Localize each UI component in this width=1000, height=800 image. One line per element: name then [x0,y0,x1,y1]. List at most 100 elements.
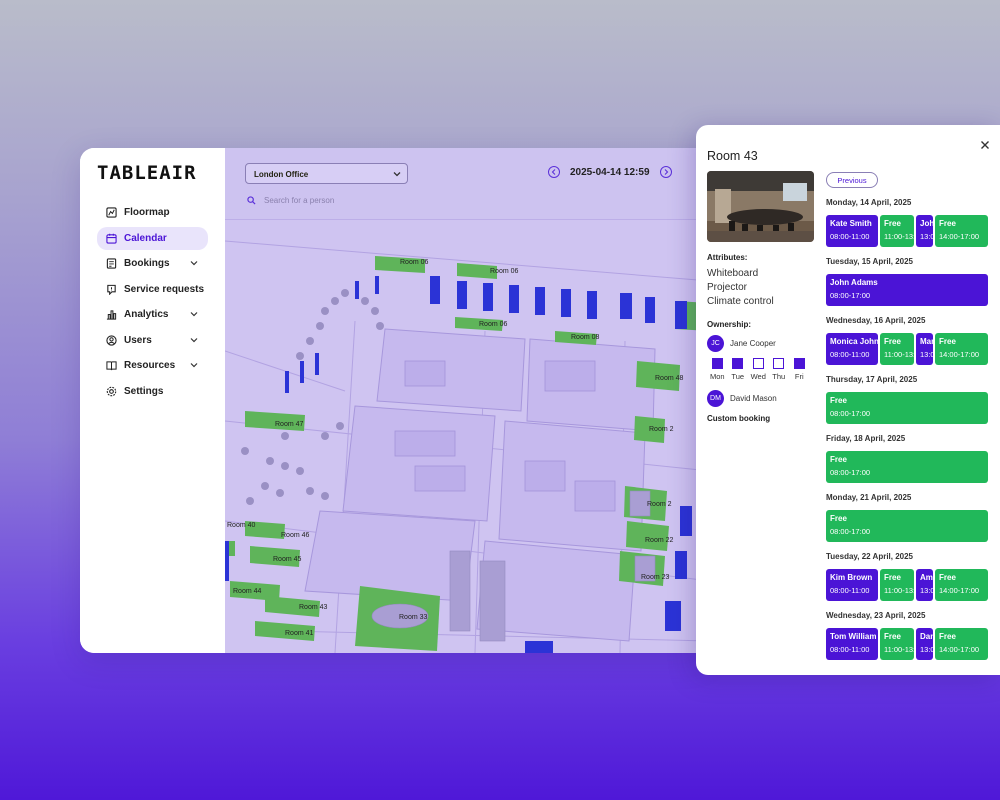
sidebar-item-label: Service requests [124,283,205,295]
slot-time: 13:00-14:00 [920,586,933,595]
chevron-down-icon[interactable] [190,259,198,267]
sidebar-nav: Floormap Calendar Bookings Service reque… [97,201,225,405]
attribute-item: Projector [707,282,748,293]
day-checkbox[interactable] [711,358,723,369]
floor-map[interactable]: Room 06 Room 06 Room 06 Room 08 Room 48 … [225,221,710,653]
day-toggle-tue[interactable]: Tue [728,358,749,381]
book-icon [106,361,117,371]
previous-button[interactable]: Previous [826,172,878,188]
booked-slot[interactable]: Kate Smith 08:00-11:00 [826,215,878,247]
free-slot[interactable]: Free 08:00-17:00 [826,510,988,542]
booked-slot[interactable]: Tom William 08:00-11:00 [826,628,878,660]
day-checkbox[interactable] [793,358,805,369]
topbar: London Office 2025-04-14 12:59 Search fo… [225,148,710,220]
owner-name: David Mason [730,394,777,403]
close-icon[interactable] [980,140,990,150]
slot-row: Kim Brown 08:00-11:00 Free 11:00-13:00 Amy 13… [826,569,988,601]
booked-slot[interactable]: John Adams 13:00-14:00 [916,215,933,247]
day-toggle-fri[interactable]: Fri [789,358,810,381]
attribute-item: Whiteboard [707,268,759,279]
booked-slot[interactable]: Mark 13:00-14:00 [916,333,933,365]
slot-name: Amy [920,573,933,582]
room-label: Room 33 [399,614,428,621]
schedule-day: Friday, 18 April, 2025 Free 08:00-17:00 [826,434,988,493]
slot-time: 08:00-11:00 [830,232,870,241]
free-slot[interactable]: Free 11:00-13:00 [880,569,914,601]
sidebar-item-label: Calendar [124,232,167,244]
avatar: JC [707,335,724,352]
chevron-down-icon [393,172,401,177]
sidebar-item-floormap[interactable]: Floormap [97,201,208,224]
sidebar-item-resources[interactable]: Resources [97,354,208,377]
schedule-date: Wednesday, 23 April, 2025 [826,611,926,620]
slot-time: 08:00-17:00 [830,409,871,418]
room-label: Room 43 [299,604,328,611]
slot-name: Kate Smith [830,219,872,228]
booked-slot[interactable]: Dan 13:00-14:00 [916,628,933,660]
prev-date-button[interactable] [548,166,560,178]
day-checkbox[interactable] [773,358,785,369]
sidebar-item-service-requests[interactable]: Service requests [97,278,208,301]
booked-slot[interactable]: Amy 13:00-14:00 [916,569,933,601]
slot-name: Free [884,632,901,641]
owner-row: JC Jane Cooper [707,335,776,352]
slot-name: Dan [920,632,933,641]
sidebar-item-calendar[interactable]: Calendar [97,226,208,250]
booked-slot[interactable]: John Adams 08:00-17:00 [826,274,988,306]
slot-time: 08:00-11:00 [830,645,870,654]
free-slot[interactable]: Free 14:00-17:00 [935,215,988,247]
free-slot[interactable]: Free 08:00-17:00 [826,392,988,424]
schedule-date: Tuesday, 15 April, 2025 [826,257,914,266]
free-slot[interactable]: Free 11:00-13:00 [880,215,914,247]
day-toggle-mon[interactable]: Mon [707,358,728,381]
day-checkbox[interactable] [732,358,744,369]
slot-time: 11:00-13:00 [884,350,914,359]
room-photo [707,171,814,242]
free-slot[interactable]: Free 14:00-17:00 [935,569,988,601]
chevron-right-icon [664,169,668,175]
schedule-day: Tuesday, 22 April, 2025 Kim Brown 08:00-11… [826,552,988,611]
search-icon [247,196,256,205]
slot-time: 14:00-17:00 [939,232,980,241]
slot-time: 08:00-11:00 [830,586,870,595]
slot-name: Free [884,219,901,228]
schedule-day: Wednesday, 16 April, 2025 Monica John 08:0… [826,316,988,375]
slot-name: Free [830,396,847,405]
search-input[interactable]: Search for a person [264,196,334,205]
free-slot[interactable]: Free 14:00-17:00 [935,333,988,365]
next-date-button[interactable] [659,166,672,178]
sidebar-item-settings[interactable]: Settings [97,380,208,403]
day-checkbox[interactable] [752,358,764,369]
schedule-date: Thursday, 17 April, 2025 [826,375,918,384]
chevron-down-icon[interactable] [190,361,198,369]
sidebar-item-users[interactable]: Users [97,329,208,352]
office-select[interactable]: London Office [245,163,408,184]
booked-slot[interactable]: Kim Brown 08:00-11:00 [826,569,878,601]
booked-slot[interactable]: Monica John 08:00-11:00 [826,333,878,365]
custom-booking-link[interactable]: Custom booking [707,414,770,423]
room-label: Room 46 [281,532,310,539]
schedule-date: Monday, 14 April, 2025 [826,198,912,207]
slot-row: Kate Smith 08:00-11:00 Free11:00-13:00John… [826,215,988,247]
sidebar-item-bookings[interactable]: Bookings [97,252,208,275]
chevron-down-icon[interactable] [190,336,198,344]
person-search[interactable]: Search for a person [247,196,334,205]
sidebar-item-label: Settings [124,385,164,397]
slot-time: 14:00-17:00 [939,645,980,654]
slot-name: Monica John [830,337,878,346]
schedule-date: Wednesday, 16 April, 2025 [826,316,926,325]
sidebar-item-analytics[interactable]: Analytics [97,303,208,326]
free-slot[interactable]: Free 08:00-17:00 [826,451,988,483]
free-slot[interactable]: Free 11:00-13:00 [880,628,914,660]
slot-name: Free [939,632,956,641]
day-toggle-wed[interactable]: Wed [748,358,769,381]
day-toggle-thu[interactable]: Thu [769,358,790,381]
free-slot[interactable]: Free 14:00-17:00 [935,628,988,660]
logo: TABLEAIR [97,162,197,184]
slot-name: Free [884,337,901,346]
chevron-down-icon[interactable] [190,310,198,318]
slot-time: 11:00-13:00 [884,586,914,595]
slot-name: Tom William [830,632,877,641]
free-slot[interactable]: Free 11:00-13:00 [880,333,914,365]
sidebar-item-label: Users [124,334,152,346]
